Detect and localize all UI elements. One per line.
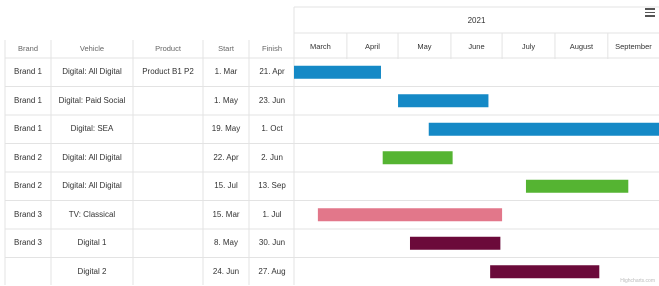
chart-credit: Highcharts.com [620, 278, 655, 284]
gantt-bar [294, 66, 381, 79]
gantt-bar [398, 94, 488, 107]
gantt-bar [526, 180, 628, 193]
month-label: September [615, 42, 652, 51]
gantt-bar [318, 208, 502, 221]
menu-icon[interactable] [645, 8, 655, 18]
gantt-bar [383, 151, 453, 164]
timeline-chart: 2021 March April May June July August September [0, 0, 659, 285]
year-label: 2021 [468, 16, 486, 25]
gantt-chart: Brand Vehicle Product Start Finish Brand… [0, 0, 659, 285]
month-label: July [522, 42, 536, 51]
gantt-bar [490, 265, 599, 278]
month-label: March [310, 42, 331, 51]
month-label: April [365, 42, 380, 51]
gantt-bar [410, 237, 500, 250]
gantt-bar [429, 123, 659, 136]
month-label: June [468, 42, 484, 51]
month-label: May [417, 42, 431, 51]
month-label: August [570, 42, 594, 51]
